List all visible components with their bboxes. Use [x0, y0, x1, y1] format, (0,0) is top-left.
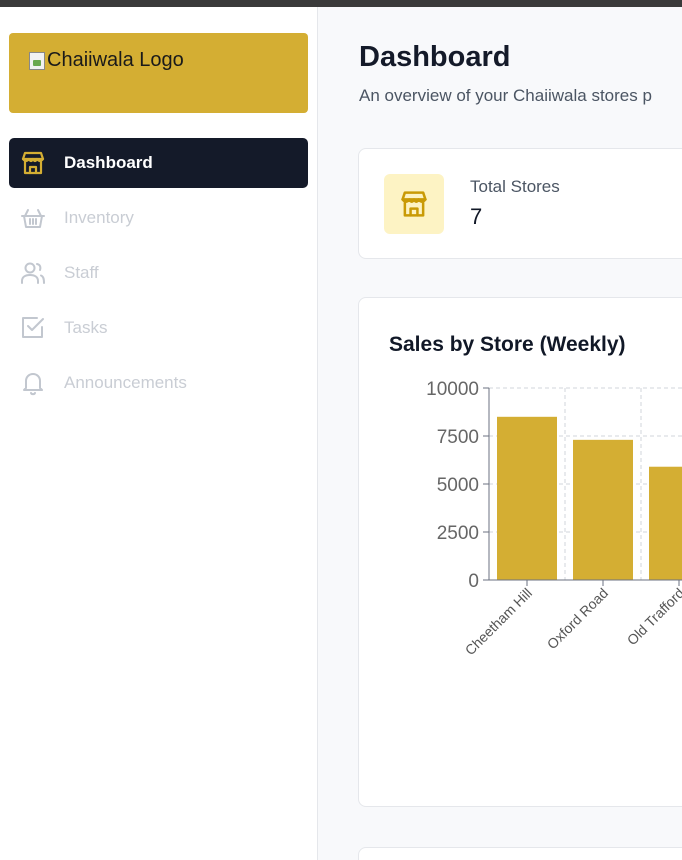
y-tick-label: 2500 [437, 523, 479, 544]
stat-value: 7 [470, 204, 483, 229]
stat-icon-container [384, 174, 444, 234]
users-icon [19, 259, 47, 287]
basket-icon [19, 204, 47, 232]
sidebar-item-tasks[interactable]: Tasks [9, 303, 308, 353]
bar-2 [573, 439, 633, 580]
sales-bar-chart: 0 2500 5000 7500 10000 Cheetham Hill Oxford Ro… [426, 379, 682, 658]
checkbox-icon [19, 314, 47, 342]
x-tick-label: Cheetham Hill [462, 585, 535, 658]
sidebar-item-label: Announcements [64, 373, 187, 392]
bar-1 [497, 416, 557, 580]
store-icon [19, 149, 47, 177]
sidebar-item-label: Tasks [64, 318, 108, 337]
bar-3 [649, 466, 682, 580]
main-content: Dashboard An overview of your Chaiiwala … [319, 7, 682, 860]
y-tick-label: 10000 [426, 379, 479, 400]
y-tick-label: 5000 [437, 475, 479, 496]
y-tick-label: 0 [468, 571, 479, 592]
sidebar-item-label: Dashboard [64, 153, 153, 172]
sidebar-item-label: Staff [64, 263, 99, 282]
y-tick-label: 7500 [437, 427, 479, 448]
next-card [358, 847, 682, 860]
sales-chart-card: Sales by Store (Weekly) 0 2500 5000 7500 100… [358, 297, 682, 807]
sidebar-item-dashboard[interactable]: Dashboard [9, 138, 308, 188]
sidebar-nav: Dashboard Inventory Staff Tasks Announce… [9, 138, 308, 413]
bell-icon [19, 369, 47, 397]
sidebar-item-inventory[interactable]: Inventory [9, 193, 308, 243]
stat-label: Total Stores [470, 177, 560, 196]
store-icon [401, 191, 427, 217]
sidebar-item-announcements[interactable]: Announcements [9, 358, 308, 408]
sidebar-item-staff[interactable]: Staff [9, 248, 308, 298]
x-tick-label: Old Trafford [624, 585, 682, 648]
page-title: Dashboard [359, 41, 511, 73]
logo-container[interactable]: Chaiiwala Logo [9, 33, 308, 113]
logo: Chaiiwala Logo [29, 49, 184, 72]
sidebar-item-label: Inventory [64, 208, 134, 227]
x-tick-label: Oxford Road [544, 585, 611, 652]
total-stores-card: Total Stores 7 [358, 148, 682, 259]
page-subtitle: An overview of your Chaiiwala stores p [359, 86, 652, 105]
sidebar: Chaiiwala Logo Dashboard Inventory Staff… [0, 7, 318, 860]
broken-image-icon [29, 51, 45, 70]
logo-alt-text: Chaiiwala Logo [47, 49, 184, 71]
window-top-bar [0, 0, 682, 7]
